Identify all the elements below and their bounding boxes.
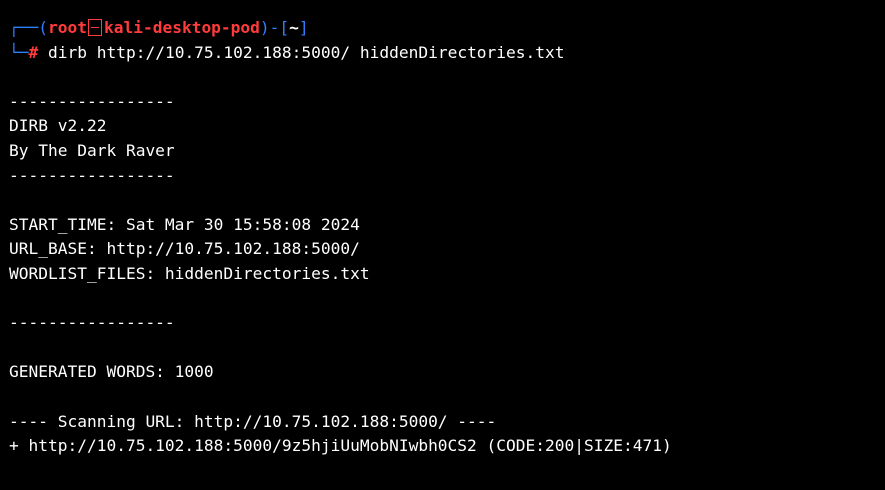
result-line[interactable]: + http://10.75.102.188:5000/9z5hjiUuMobN… [9, 434, 877, 459]
prompt-corner-bottom: └─ [9, 42, 29, 62]
separator-line: ----------------- [9, 165, 175, 185]
url-base-line: URL_BASE: http://10.75.102.188:5000/ [9, 239, 360, 259]
separator-line: ----------------- [9, 313, 175, 333]
command-text: dirb http://10.75.102.188:5000/ hiddenDi… [48, 42, 565, 62]
banner-title: DIRB v2.22 [9, 116, 107, 136]
prompt-close-bracket: ] [298, 18, 309, 37]
prompt-corner-top: ┌── [9, 18, 39, 37]
wordlist-line: WORDLIST_FILES: hiddenDirectories.txt [9, 263, 370, 283]
terminal-window[interactable]: ┌──(root kali-desktop-pod)-[~] └─# dirb h… [0, 0, 885, 490]
prompt-open-paren: ( [38, 18, 48, 37]
generated-words-line: GENERATED WORDS: 1000 [9, 362, 214, 382]
prompt-host: kali-desktop-pod [103, 18, 260, 37]
prompt-symbol: # [28, 42, 39, 62]
prompt-header: ┌──(root kali-desktop-pod)-[~] [9, 16, 877, 41]
separator-line: ----------------- [9, 91, 175, 111]
command-line[interactable]: └─# dirb http://10.75.102.188:5000/ hidd… [9, 41, 877, 66]
scanning-line: ---- Scanning URL: http://10.75.102.188:… [9, 411, 497, 431]
start-time-line: START_TIME: Sat Mar 30 15:58:08 2024 [9, 214, 360, 234]
prompt-cwd: ~ [289, 18, 299, 37]
banner-author: By The Dark Raver [9, 140, 175, 160]
prompt-user: root [48, 18, 87, 37]
prompt-separator: )-[ [259, 18, 290, 37]
skull-icon [87, 19, 102, 36]
